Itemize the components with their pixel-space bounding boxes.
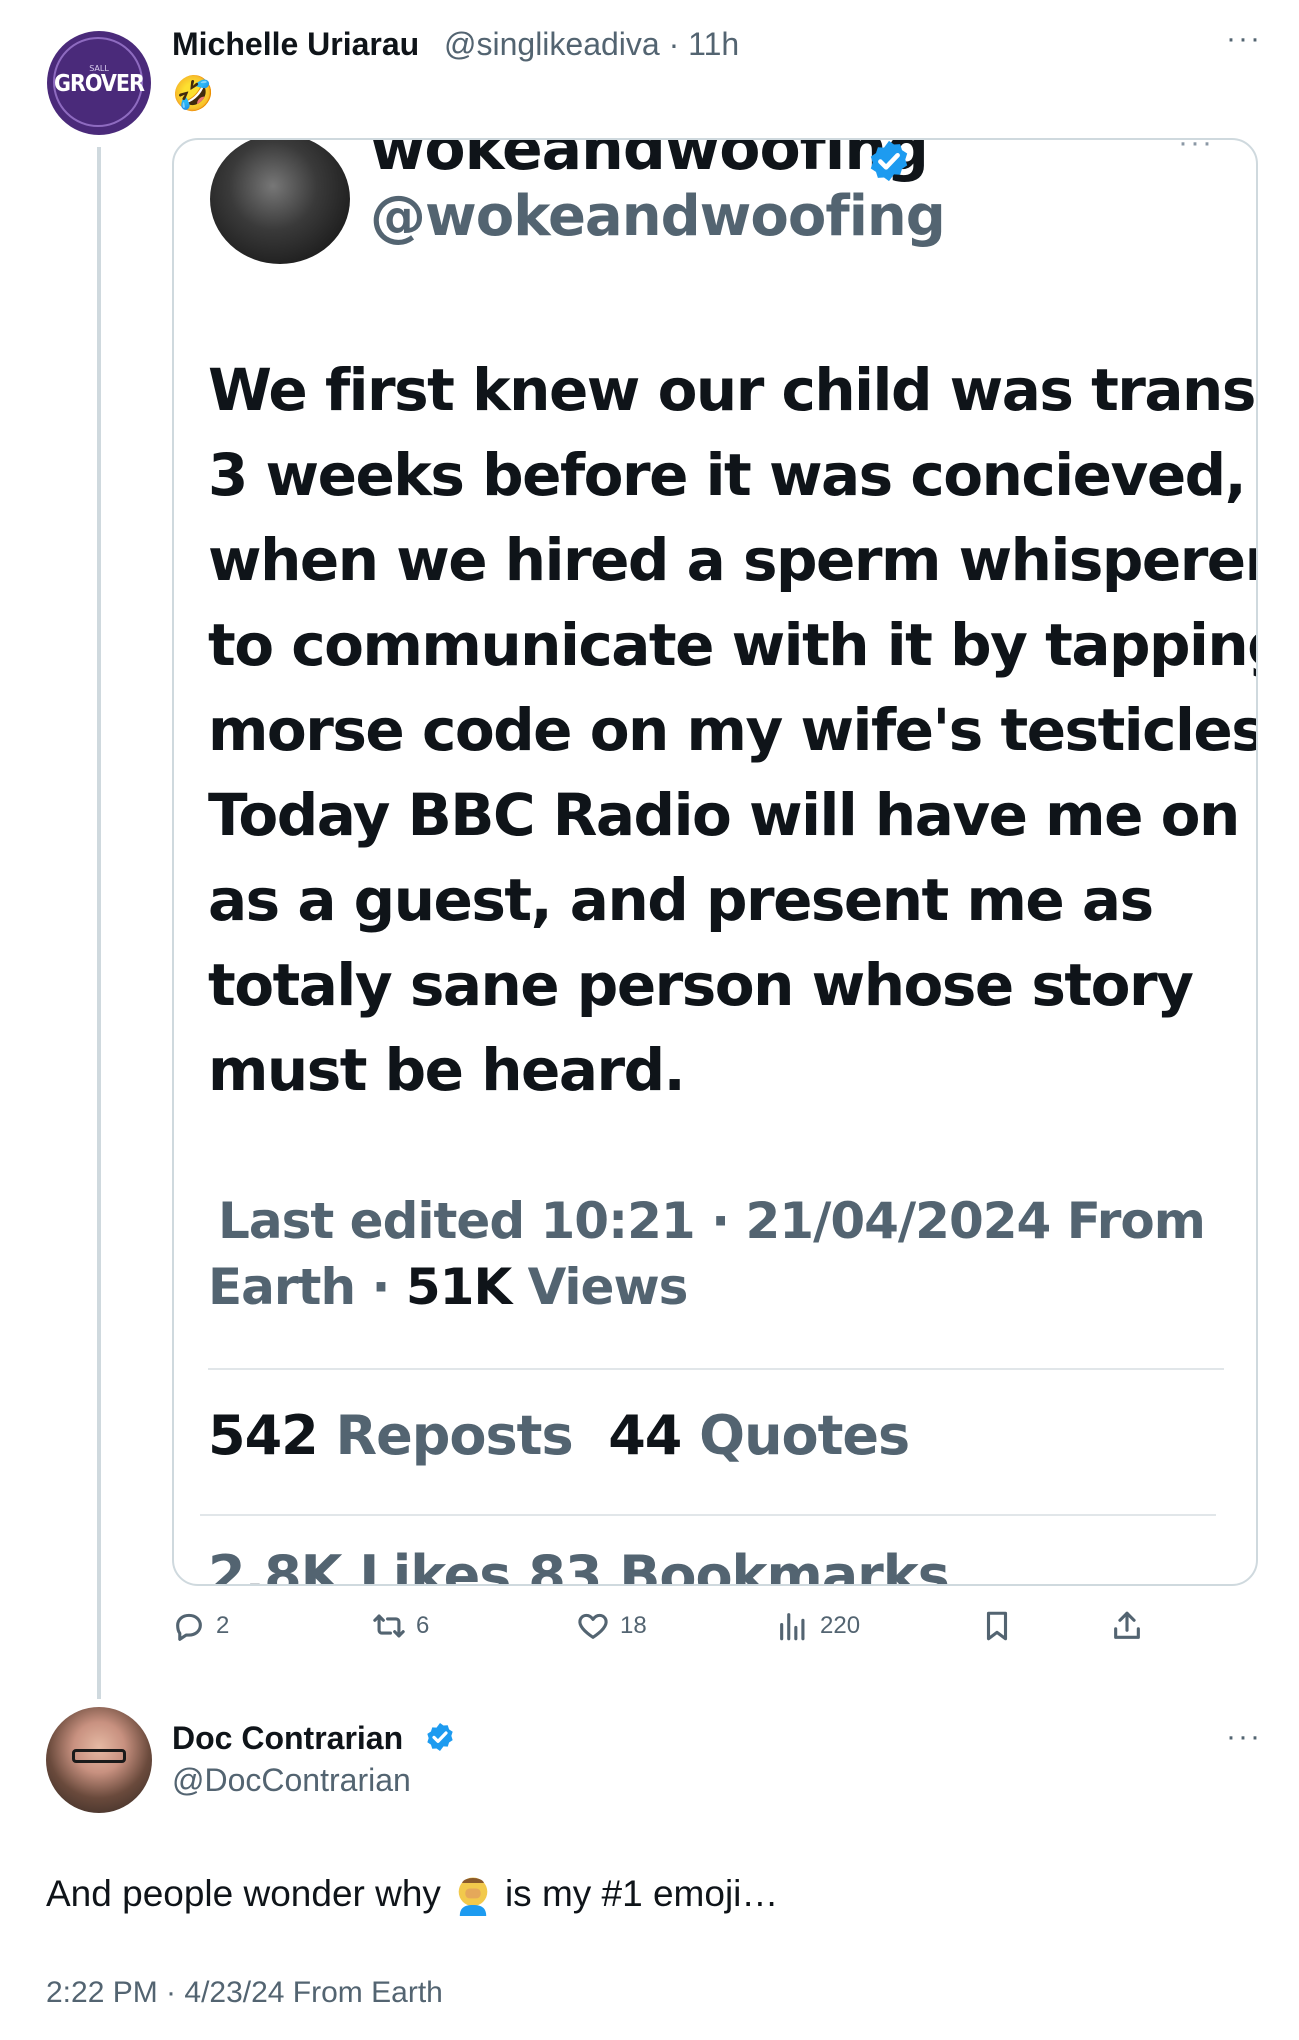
- quoted-body-line: Today BBC Radio will have me on: [208, 781, 1240, 849]
- verified-badge-icon: [427, 1723, 453, 1751]
- share-icon: [1114, 1611, 1140, 1639]
- reply-author-handle[interactable]: @DocContrarian: [172, 1762, 411, 1799]
- avatar-glasses: [72, 1749, 126, 1763]
- quotes-count: 44: [608, 1404, 682, 1467]
- separator-dot: ·: [668, 26, 680, 62]
- repost-icon: [373, 1614, 405, 1638]
- quoted-more-icon: ···: [1178, 138, 1214, 159]
- divider: [208, 1368, 1224, 1370]
- views-icon: [780, 1613, 805, 1641]
- reply-count: 2: [216, 1612, 230, 1639]
- views-button[interactable]: 220: [776, 1606, 860, 1646]
- like-button[interactable]: 18: [576, 1606, 647, 1646]
- more-options-icon[interactable]: ···: [1226, 22, 1262, 56]
- share-button[interactable]: [1110, 1606, 1154, 1646]
- quoted-body-line: We first knew our child was trans,: [208, 356, 1258, 424]
- author-avatar[interactable]: SALL GROVER: [47, 31, 151, 135]
- author-handle-time[interactable]: @singlikeadiva · 11h: [444, 26, 739, 63]
- views-label: Views: [511, 1258, 689, 1316]
- quoted-body: We first knew our child was trans, 3 wee…: [208, 348, 1258, 1113]
- quoted-image-card[interactable]: wokeandwoofing @wokeandwoofing ··· We fi…: [172, 138, 1258, 1586]
- quoted-body-line: to communicate with it by tapping: [208, 611, 1258, 679]
- quoted-likes-cutoff: 2.8K Likes 83 Bookmarks: [208, 1544, 950, 1586]
- quoted-author-name: wokeandwoofing: [370, 138, 929, 184]
- reply-text-before: And people wonder why: [46, 1873, 441, 1914]
- reply-author-name[interactable]: Doc Contrarian: [172, 1720, 403, 1757]
- quoted-avatar: [210, 140, 350, 264]
- quoted-location: Earth ·: [208, 1258, 406, 1316]
- reply-author-avatar[interactable]: [46, 1707, 152, 1813]
- repost-button[interactable]: 6: [372, 1606, 429, 1646]
- quoted-engagement: 542 Reposts 44 Quotes: [208, 1404, 910, 1467]
- reposts-count: 542: [208, 1404, 319, 1467]
- quoted-author-handle: @wokeandwoofing: [370, 184, 946, 249]
- reply-text-after: is my #1 emoji…: [504, 1873, 779, 1914]
- repost-count: 6: [416, 1612, 430, 1639]
- divider: [200, 1514, 1216, 1516]
- avatar-text: GROVER: [54, 71, 145, 97]
- reposts-label: Reposts: [317, 1404, 574, 1467]
- bookmark-icon: [986, 1611, 1008, 1641]
- more-options-icon[interactable]: ···: [1226, 1720, 1262, 1754]
- quoted-meta-views: Earth · 51K Views: [208, 1258, 689, 1316]
- bookmark-button[interactable]: [980, 1606, 1024, 1646]
- quoted-body-line: as a guest, and present me as: [208, 866, 1154, 934]
- author-handle[interactable]: @singlikeadiva: [444, 26, 660, 62]
- quoted-body-line: morse code on my wife's testicles.: [208, 696, 1258, 764]
- quoted-meta-edited: Last edited 10:21 · 21/04/2024 From: [218, 1192, 1206, 1250]
- facepalm-emoji: [458, 1877, 488, 1916]
- reply-text: And people wonder why is my #1 emoji…: [46, 1872, 778, 1916]
- author-name[interactable]: Michelle Uriarau: [172, 26, 419, 63]
- quoted-body-line: 3 weeks before it was concieved,: [208, 441, 1247, 509]
- views-count-small: 220: [820, 1612, 861, 1639]
- reply-timestamp[interactable]: 2:22 PM · 4/23/24 From Earth: [46, 1976, 443, 2010]
- quoted-body-line: totaly sane person whose story: [208, 951, 1194, 1019]
- reply-icon: [176, 1613, 202, 1641]
- tweet-text: 🤣: [172, 75, 215, 113]
- quoted-body-line: when we hired a sperm whisperer: [208, 526, 1258, 594]
- tweet-time[interactable]: 11h: [688, 26, 739, 62]
- verified-badge-icon: [870, 140, 908, 182]
- reply-button[interactable]: 2: [172, 1606, 229, 1646]
- like-count: 18: [620, 1612, 647, 1639]
- thread-connector-line: [97, 147, 101, 1699]
- like-icon: [578, 1613, 608, 1639]
- quotes-label: Quotes: [681, 1404, 910, 1467]
- views-count: 51K: [405, 1258, 512, 1316]
- quoted-body-line: must be heard.: [208, 1036, 686, 1104]
